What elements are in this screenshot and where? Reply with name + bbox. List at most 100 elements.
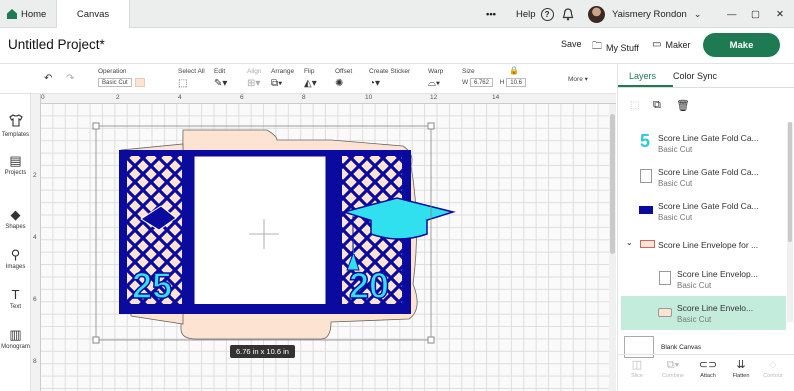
- more-button[interactable]: More ▾: [568, 75, 588, 83]
- flatten-button[interactable]: ⇊ Flatten: [724, 359, 758, 379]
- ruler-tick: 8: [33, 358, 37, 365]
- tab-canvas[interactable]: Canvas: [56, 0, 130, 28]
- my-stuff-button[interactable]: 🗀 My Stuff: [592, 39, 639, 56]
- layer-thumb: [640, 169, 652, 183]
- combine-icon: ⧉▾: [666, 359, 680, 371]
- combine-label: Combine: [661, 373, 684, 379]
- h-label: H: [499, 79, 505, 86]
- sidebar-label: Monogram: [1, 344, 30, 350]
- flip-label: Flip: [304, 68, 315, 75]
- projects-icon: ▤: [9, 153, 22, 168]
- make-button[interactable]: Make: [703, 33, 780, 57]
- attach-button[interactable]: ⊂⊃ Attach: [691, 359, 725, 379]
- contour-button[interactable]: ◌ Contour: [756, 359, 790, 379]
- layer-row[interactable]: Score Line Gate Fold Ca... Basic Cut: [618, 160, 787, 194]
- tab-layers[interactable]: Layers: [629, 71, 656, 81]
- operation-select[interactable]: Basic Cut: [98, 78, 132, 87]
- edit-group[interactable]: Edit ✎▾: [214, 68, 227, 89]
- more-options-button[interactable]: •••: [486, 0, 496, 28]
- flip-group[interactable]: Flip ◭▾: [304, 68, 317, 89]
- select-all-group[interactable]: Select All ⬚: [178, 68, 205, 89]
- ruler-tick: 6: [240, 94, 244, 101]
- layer-operation: Basic Cut: [677, 281, 712, 290]
- offset-group[interactable]: Offset ✺: [335, 68, 352, 89]
- ruler-tick: 4: [33, 234, 37, 241]
- save-button[interactable]: Save: [561, 39, 582, 49]
- combine-button[interactable]: ⧉▾ Combine: [656, 359, 690, 379]
- create-sticker-group[interactable]: Create Sticker ◔▾: [369, 68, 410, 89]
- handle-top-right: [427, 122, 435, 130]
- gate-fold-card[interactable]: 25 20: [119, 150, 456, 314]
- group-icon[interactable]: ⬚: [630, 100, 639, 111]
- layer-group-row[interactable]: ⌄ Score Line Envelope for ...: [618, 228, 787, 262]
- attach-label: Attach: [700, 373, 716, 379]
- layer-row[interactable]: Score Line Gate Fold Ca... Basic Cut: [618, 194, 787, 228]
- width-input[interactable]: 6.762: [469, 78, 493, 87]
- sidebar-item-templates[interactable]: Templates: [0, 114, 31, 138]
- flatten-label: Flatten: [732, 373, 750, 379]
- layer-operation: Basic Cut: [658, 179, 693, 188]
- text-icon: T: [11, 287, 20, 302]
- ruler-top: 0 2 4 6 8 10 12 14: [31, 94, 616, 104]
- sidebar-item-projects[interactable]: ▤ Projects: [0, 153, 31, 177]
- panel-tabs: Layers Color Sync: [618, 64, 794, 88]
- sidebar-label: Text: [9, 304, 21, 310]
- contour-icon: ◌: [769, 359, 777, 371]
- maker-button[interactable]: ▭ Maker: [652, 39, 690, 50]
- sidebar-item-text[interactable]: T Text: [0, 287, 31, 311]
- design-canvas[interactable]: 25 20: [31, 94, 616, 391]
- duplicate-icon[interactable]: ⧉: [653, 99, 661, 112]
- chevron-down-icon[interactable]: ⌄: [626, 238, 633, 247]
- tab-home[interactable]: Home: [4, 0, 56, 28]
- offset-icon: ✺: [335, 78, 344, 89]
- layer-name: Score Line Gate Fold Ca...: [658, 133, 759, 143]
- warp-group[interactable]: Warp ⌓▾: [428, 68, 443, 89]
- sidebar-label: Images: [5, 264, 26, 270]
- help-label: Help: [516, 8, 536, 20]
- ruler-tick: 2: [33, 172, 37, 179]
- ruler-tick: 2: [116, 94, 120, 101]
- layer-thumb: [640, 240, 655, 248]
- undo-button[interactable]: ↶: [44, 73, 52, 84]
- layer-actions: ◫ Slice ⧉▾ Combine ⊂⊃ Attach ⇊ Flatten ◌ Cont…: [618, 354, 794, 391]
- attach-icon: ⊂⊃: [698, 359, 718, 371]
- layer-operation: Basic Cut: [677, 315, 712, 324]
- minimize-button[interactable]: —: [727, 0, 737, 28]
- pencil-icon: ✎▾: [214, 78, 228, 89]
- height-input[interactable]: 10.6: [506, 78, 526, 87]
- shapes-icon: ◆: [10, 207, 21, 222]
- scrollbar-thumb[interactable]: [788, 122, 792, 242]
- tab-color-sync[interactable]: Color Sync: [673, 71, 717, 81]
- sidebar-item-images[interactable]: ⚲ Images: [0, 248, 31, 271]
- layer-row[interactable]: Score Line Envelop... Basic Cut: [618, 262, 787, 296]
- tab-canvas-label: Canvas: [76, 8, 110, 20]
- dimensions-label: 6.76 in x 10.6 in: [230, 345, 295, 358]
- trash-icon[interactable]: 🗑: [676, 99, 690, 112]
- scrollbar-thumb[interactable]: [610, 114, 615, 254]
- layers-scrollbar[interactable]: [787, 122, 793, 322]
- color-swatch[interactable]: [134, 78, 145, 87]
- canvas-scrollbar[interactable]: [609, 104, 616, 391]
- ruler-tick: 12: [430, 94, 438, 101]
- close-button[interactable]: ✕: [776, 0, 784, 28]
- help-button[interactable]: Help ?: [516, 0, 554, 28]
- lock-icon[interactable]: 🔒: [509, 66, 519, 75]
- maximize-button[interactable]: ▢: [751, 0, 760, 28]
- page-title: Untitled Project*: [8, 37, 105, 52]
- ruler-tick: 14: [492, 94, 500, 101]
- sidebar-item-shapes[interactable]: ◆ Shapes: [0, 207, 31, 231]
- arrange-group[interactable]: Arrange ⧉▾: [271, 68, 294, 89]
- align-label: Align: [247, 68, 262, 75]
- layer-row[interactable]: 5 Score Line Gate Fold Ca... Basic Cut: [618, 126, 787, 160]
- layer-name: Score Line Envelo...: [677, 303, 754, 313]
- redo-button[interactable]: ↷: [66, 73, 74, 84]
- slice-button[interactable]: ◫ Slice: [620, 359, 654, 379]
- slice-label: Slice: [631, 373, 643, 379]
- flatten-icon: ⇊: [736, 359, 746, 371]
- bell-icon[interactable]: [562, 0, 574, 28]
- user-menu[interactable]: Yaismery Rondon ⌄: [588, 0, 701, 28]
- sidebar-item-monogram[interactable]: ▥ Monogram: [0, 328, 31, 351]
- home-icon: [7, 9, 17, 19]
- project-header: Untitled Project* Save 🗀 My Stuff ▭ Make…: [0, 28, 794, 64]
- layer-row-selected[interactable]: Score Line Envelo... Basic Cut: [621, 296, 786, 330]
